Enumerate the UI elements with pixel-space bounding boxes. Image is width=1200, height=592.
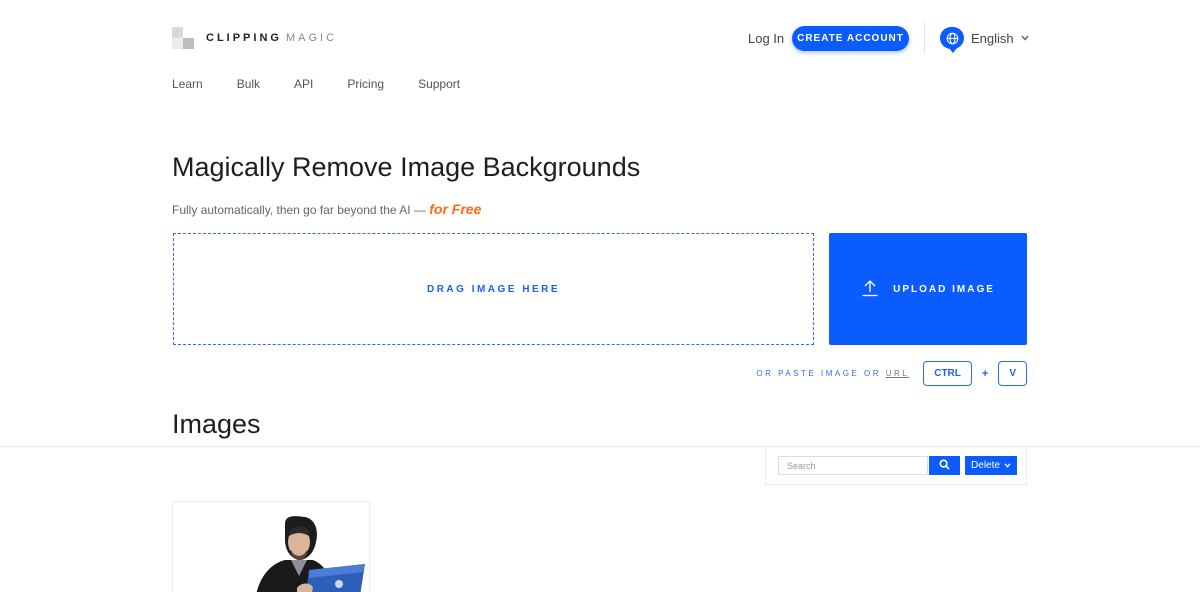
logo-secondary: MAGIC — [285, 32, 338, 44]
chevron-down-icon — [1021, 33, 1029, 43]
create-account-button[interactable]: CREATE ACCOUNT — [792, 26, 909, 51]
upload-arrow-icon — [861, 279, 879, 300]
drop-zone-label: DRAG IMAGE HERE — [426, 283, 561, 295]
search-input[interactable] — [778, 456, 928, 475]
globe-icon — [940, 27, 964, 53]
image-thumbnail[interactable] — [172, 501, 370, 592]
search-button[interactable] — [929, 456, 960, 475]
chevron-down-icon — [1004, 460, 1011, 471]
drag-drop-zone[interactable]: DRAG IMAGE HERE — [173, 233, 814, 345]
key-plus: + — [981, 367, 989, 380]
page-subtitle: Fully automatically, then go far beyond … — [172, 201, 481, 217]
logo[interactable]: CLIPPING MAGIC — [172, 27, 337, 49]
nav-item-bulk[interactable]: Bulk — [237, 77, 260, 91]
delete-label: Delete — [971, 460, 1000, 471]
login-link[interactable]: Log In — [748, 31, 784, 46]
main-nav: Learn Bulk API Pricing Support — [172, 77, 494, 91]
logo-text: CLIPPING MAGIC — [206, 32, 337, 44]
images-heading: Images — [172, 409, 261, 439]
nav-item-pricing[interactable]: Pricing — [347, 77, 384, 91]
delete-dropdown-button[interactable]: Delete — [965, 456, 1017, 475]
person-with-laptop-image — [256, 516, 365, 592]
paste-text: OR PASTE IMAGE OR URL — [756, 369, 909, 378]
paste-text-label: OR PASTE IMAGE OR — [756, 369, 886, 378]
paste-url-link[interactable]: URL — [886, 369, 910, 378]
logo-primary: CLIPPING — [206, 32, 282, 44]
upload-image-button[interactable]: UPLOAD IMAGE — [829, 233, 1027, 345]
paste-hint: OR PASTE IMAGE OR URL CTRL + V — [756, 361, 1027, 386]
nav-item-api[interactable]: API — [294, 77, 313, 91]
nav-item-support[interactable]: Support — [418, 77, 460, 91]
language-selector[interactable]: English — [940, 27, 1029, 53]
upload-label: UPLOAD IMAGE — [893, 283, 995, 295]
language-label: English — [971, 30, 1014, 46]
header-divider — [924, 22, 925, 54]
page-title: Magically Remove Image Backgrounds — [172, 152, 641, 182]
subtitle-text: Fully automatically, then go far beyond … — [172, 203, 430, 217]
key-ctrl: CTRL — [923, 361, 972, 386]
magnifier-icon — [939, 458, 950, 473]
subtitle-emphasis: for Free — [429, 201, 482, 217]
images-toolbar: Delete — [765, 447, 1027, 485]
nav-item-learn[interactable]: Learn — [172, 77, 203, 91]
key-v: V — [998, 361, 1027, 386]
logo-mark-icon — [172, 27, 194, 49]
